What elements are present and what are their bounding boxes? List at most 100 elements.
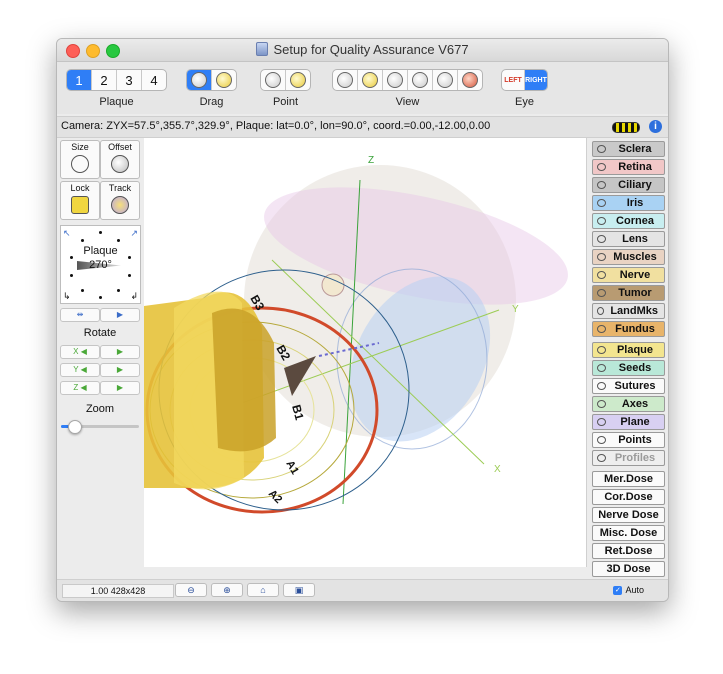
auto-checkbox[interactable]: ✓ <box>613 585 623 595</box>
layer-panel: Sclera Retina Ciliary Iris Cornea Lens Muscles… <box>588 138 668 578</box>
eye-left-button[interactable]: LEFT <box>502 70 525 90</box>
layer-button-fundus[interactable]: Fundus <box>592 321 665 337</box>
layer-button-plaque[interactable]: Plaque <box>592 342 665 358</box>
layer-button-sclera[interactable]: Sclera <box>592 141 665 157</box>
rotate-label: Rotate <box>83 327 117 339</box>
flip-button[interactable]: ⇹ <box>60 308 100 322</box>
plaque-orientation-widget[interactable]: ↖ ↗ ↳ ↲ Plaque 270° <box>60 225 141 304</box>
rotate-y-minus-button[interactable]: Y ◀ <box>60 363 100 377</box>
view-top-button[interactable] <box>408 70 433 90</box>
arrow-top-right-icon: ↗ <box>130 228 138 238</box>
offset-sphere-icon <box>111 155 129 173</box>
point-button-2[interactable] <box>286 70 310 90</box>
layer-button-iris[interactable]: Iris <box>592 195 665 211</box>
offset-button[interactable]: Offset <box>100 140 140 179</box>
point-button-1[interactable] <box>261 70 286 90</box>
view-eye-button[interactable] <box>433 70 458 90</box>
orientation-dot <box>99 231 102 234</box>
fundus-icon <box>597 325 606 333</box>
eye-model-render: Z Y X B3 B2 B1 A1 A2 <box>144 155 568 514</box>
home-button[interactable]: ⌂ <box>247 583 279 597</box>
zoom-out-button[interactable]: ⊖ <box>175 583 207 597</box>
layer-label: Profiles <box>614 452 656 464</box>
rotate-x-plus-button[interactable]: ▶ <box>100 345 140 359</box>
drag-eye-button[interactable] <box>187 70 212 90</box>
profiles-icon <box>597 454 606 462</box>
layer-button-muscles[interactable]: Muscles <box>592 249 665 265</box>
layer-button-sutures[interactable]: Sutures <box>592 378 665 394</box>
layer-button-nerve[interactable]: Nerve <box>592 267 665 283</box>
iris-icon <box>597 199 606 207</box>
eye-right-button[interactable]: RIGHT <box>525 70 547 90</box>
dose-button-cor-dose[interactable]: Cor.Dose <box>592 489 665 505</box>
layer-button-tumor[interactable]: Tumor <box>592 285 665 301</box>
layer-label: Tumor <box>618 287 652 299</box>
zoom-slider[interactable] <box>61 420 139 434</box>
plaque-selector: 1 2 3 4 <box>66 69 167 91</box>
y-axis-label: Y <box>512 304 519 315</box>
view-selector <box>332 69 483 91</box>
view-pupil-button[interactable] <box>458 70 482 90</box>
dose-button-mer-dose[interactable]: Mer.Dose <box>592 471 665 487</box>
offset-label: Offset <box>108 142 132 152</box>
plaque-tab-3[interactable]: 3 <box>117 70 142 90</box>
seeds-icon <box>597 364 606 372</box>
rotate-y-plus-button[interactable]: ▶ <box>100 363 140 377</box>
drag-label: Drag <box>199 96 224 108</box>
view-home-button[interactable] <box>333 70 358 90</box>
layer-label: Plaque <box>616 344 654 356</box>
bottom-bar: 1.00 428x428 ⊖ ⊕ ⌂ ▣ ✓ Auto <box>57 579 668 601</box>
3d-viewport[interactable]: Z Y X B3 B2 B1 A1 A2 <box>144 138 587 567</box>
points-icon <box>597 436 606 444</box>
dose-button-ret-dose[interactable]: Ret.Dose <box>592 543 665 559</box>
layer-button-plane[interactable]: Plane <box>592 414 665 430</box>
layer-button-cornea[interactable]: Cornea <box>592 213 665 229</box>
dose-button-3d-dose[interactable]: 3D Dose <box>592 561 665 577</box>
drag-hand-button[interactable] <box>212 70 236 90</box>
layer-button-profiles[interactable]: Profiles <box>592 450 665 466</box>
point-icon <box>265 72 281 88</box>
play-button[interactable]: ▶ <box>100 308 140 322</box>
plaque-tab-4[interactable]: 4 <box>142 70 166 90</box>
orientation-dot <box>81 289 84 292</box>
layer-button-axes[interactable]: Axes <box>592 396 665 412</box>
rotate-z-plus-button[interactable]: ▶ <box>100 381 140 395</box>
track-button[interactable]: Track <box>100 181 140 220</box>
view-front-button[interactable] <box>358 70 383 90</box>
plaque-tab-1[interactable]: 1 <box>67 70 92 90</box>
eye-selector: LEFT RIGHT <box>501 69 548 91</box>
layer-button-retina[interactable]: Retina <box>592 159 665 175</box>
layer-button-seeds[interactable]: Seeds <box>592 360 665 376</box>
ruler-icon[interactable] <box>612 122 640 133</box>
size-button[interactable]: Size <box>60 140 100 179</box>
point-target-icon <box>290 72 306 88</box>
layer-button-landmks[interactable]: LandMks <box>592 303 665 319</box>
auto-toggle[interactable]: ✓ Auto <box>613 585 644 595</box>
track-label: Track <box>108 183 132 193</box>
lock-button[interactable]: Lock <box>60 181 100 220</box>
dose-button-misc-dose[interactable]: Misc. Dose <box>592 525 665 541</box>
info-icon[interactable]: i <box>649 120 662 133</box>
layer-label: Plane <box>620 416 650 428</box>
tumor-icon <box>597 289 606 297</box>
layer-button-ciliary[interactable]: Ciliary <box>592 177 665 193</box>
drag-selector <box>186 69 237 91</box>
rotate-z-minus-button[interactable]: Z ◀ <box>60 381 100 395</box>
layer-button-points[interactable]: Points <box>592 432 665 448</box>
z-axis-label: Z <box>368 155 374 166</box>
zoom-slider-knob[interactable] <box>68 420 83 434</box>
dose-button-nerve-dose[interactable]: Nerve Dose <box>592 507 665 523</box>
pupil-view-icon <box>462 72 478 88</box>
lock-label: Lock <box>70 183 90 193</box>
home-view-icon <box>337 72 353 88</box>
view-side-button[interactable] <box>383 70 408 90</box>
zoom-in-button[interactable]: ⊕ <box>211 583 243 597</box>
rotate-x-minus-button[interactable]: X ◀ <box>60 345 100 359</box>
plaque-tab-2[interactable]: 2 <box>92 70 117 90</box>
layer-label: Muscles <box>613 251 657 263</box>
snapshot-button[interactable]: ▣ <box>283 583 315 597</box>
orientation-dot <box>128 274 131 277</box>
layer-button-lens[interactable]: Lens <box>592 231 665 247</box>
layer-label: Retina <box>618 161 652 173</box>
plane-icon <box>597 418 606 426</box>
